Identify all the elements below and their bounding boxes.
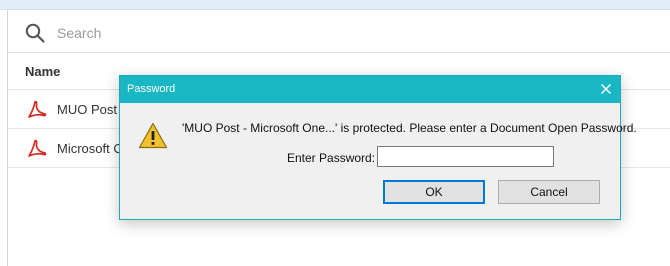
dialog-titlebar[interactable]: Password	[120, 76, 620, 103]
password-label: Enter Password:	[287, 151, 376, 165]
warning-icon	[138, 122, 168, 149]
dialog-message: 'MUO Post - Microsoft One...' is protect…	[182, 121, 637, 135]
ok-button[interactable]: OK	[383, 180, 485, 204]
pdf-icon	[28, 139, 47, 157]
close-icon[interactable]	[598, 81, 614, 97]
search-bar	[8, 11, 670, 53]
column-header-label: Name	[25, 64, 61, 79]
cancel-button[interactable]: Cancel	[498, 180, 600, 204]
password-field[interactable]	[377, 146, 554, 167]
password-dialog: Password 'MUO Post - Microsoft One...' i…	[119, 75, 637, 220]
dialog-title: Password	[127, 83, 176, 95]
file-name: MUO Post	[57, 102, 117, 117]
search-icon[interactable]	[25, 23, 45, 43]
search-input[interactable]	[57, 21, 357, 45]
file-name: Microsoft C	[57, 141, 123, 156]
pdf-icon	[28, 100, 47, 118]
top-strip	[0, 0, 670, 10]
